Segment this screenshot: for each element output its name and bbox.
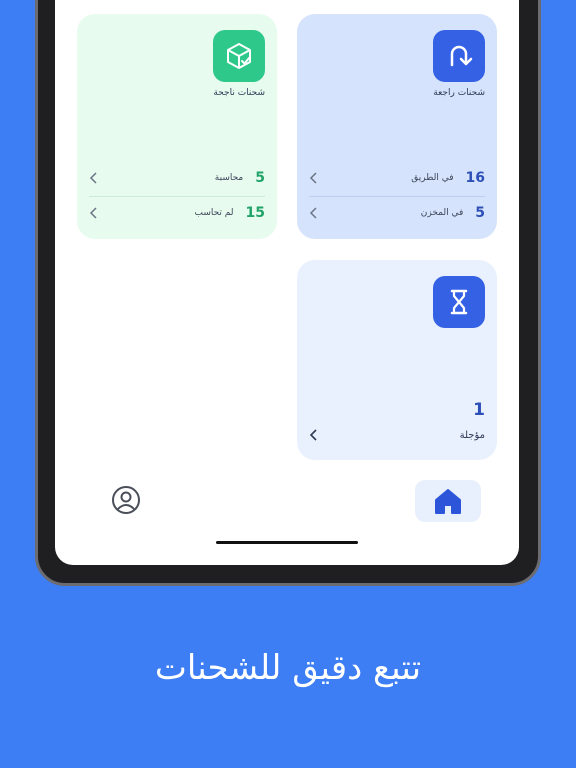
row-accounted[interactable]: 5 محاسبة <box>89 163 265 193</box>
chevron-left-icon <box>89 207 99 219</box>
count: 16 <box>465 170 485 186</box>
tagline: تتبع دقيق للشحنات <box>154 648 422 688</box>
hourglass-icon <box>433 276 485 328</box>
returned-shipments-card[interactable]: شحنات راجعة 16 في الطريق 5 في المخزن <box>297 14 497 239</box>
count: 5 <box>475 205 485 221</box>
postponed-shipments-card[interactable]: 1 مؤجلة <box>297 260 497 460</box>
row-postponed[interactable]: مؤجلة <box>309 425 485 445</box>
card-title: شحنات راجعة <box>433 88 485 98</box>
top-bar <box>55 0 519 10</box>
chevron-left-icon <box>89 172 99 184</box>
row-label: محاسبة <box>214 173 244 183</box>
home-indicator <box>216 541 358 544</box>
row-label: في المخزن <box>420 208 464 218</box>
count: 1 <box>473 400 485 420</box>
row-not-accounted[interactable]: 15 لم تحاسب <box>89 198 265 228</box>
chevron-left-icon <box>309 429 319 441</box>
home-icon <box>435 489 461 514</box>
divider <box>309 196 485 197</box>
app-screen: شحنات ناجحة 5 محاسبة 15 لم تحاسب شحنات ر… <box>55 0 519 565</box>
row-label: لم تحاسب <box>194 208 234 218</box>
chevron-left-icon <box>309 207 319 219</box>
divider <box>89 196 265 197</box>
nav-home-button[interactable] <box>415 480 481 522</box>
row-in-warehouse[interactable]: 5 في المخزن <box>309 198 485 228</box>
return-arrow-icon <box>433 30 485 82</box>
box-check-icon <box>213 30 265 82</box>
card-title: شحنات ناجحة <box>213 88 265 98</box>
count: 5 <box>255 170 265 186</box>
nav-profile-button[interactable] <box>111 485 141 515</box>
row-label: مؤجلة <box>459 429 485 441</box>
row-label: في الطريق <box>411 173 454 183</box>
chevron-left-icon <box>309 172 319 184</box>
row-on-the-way[interactable]: 16 في الطريق <box>309 163 485 193</box>
successful-shipments-card[interactable]: شحنات ناجحة 5 محاسبة 15 لم تحاسب <box>77 14 277 239</box>
user-circle-icon <box>112 486 140 514</box>
count: 15 <box>245 205 265 221</box>
